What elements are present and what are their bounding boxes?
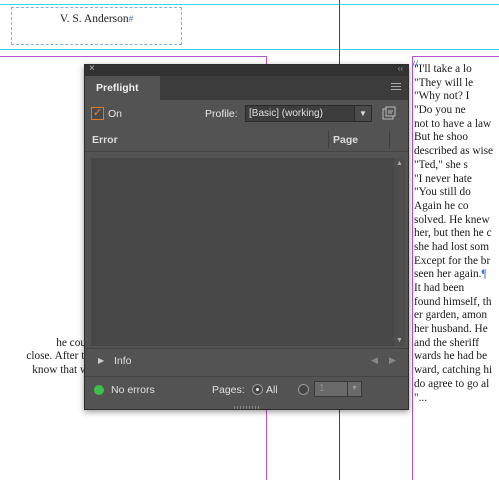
running-head-frame[interactable]: V. S. Anderson# — [11, 7, 182, 45]
next-arrow-icon[interactable]: ▶ — [389, 355, 396, 366]
close-icon[interactable]: × — [89, 63, 95, 74]
pages-range-radio[interactable] — [298, 384, 309, 395]
define-profiles-icon[interactable] — [381, 106, 397, 121]
text-line: solved. He knew — [414, 213, 490, 226]
end-of-story-mark: # — [128, 14, 134, 24]
preflight-controls-row: ✓ On Profile: [Basic] (working) ▼ — [85, 100, 408, 128]
profile-select-value: [Basic] (working) — [249, 108, 323, 119]
scroll-up-icon[interactable]: ▲ — [396, 160, 403, 167]
error-list[interactable] — [91, 158, 394, 346]
text-line: she had lost som — [414, 240, 489, 253]
error-table-header: Error Page — [85, 128, 408, 152]
chevron-down-icon[interactable]: ▼ — [347, 382, 361, 396]
pages-all-radio[interactable] — [252, 384, 263, 395]
resize-grip-icon[interactable] — [234, 406, 259, 409]
profile-label: Profile: — [205, 108, 238, 120]
text-line: "I never hate — [414, 172, 472, 185]
pages-all-label: All — [266, 384, 278, 396]
preflight-on-label: On — [108, 108, 123, 120]
right-page-margin-top — [412, 56, 499, 57]
text-line: ward, catching hi — [414, 364, 493, 377]
right-page-text-frame[interactable]: "I'll take a lo "They will le "Why not? I "… — [414, 63, 499, 480]
text-line: Again he co — [414, 199, 469, 212]
column-header-error[interactable]: Error — [92, 134, 118, 146]
panel-tab-bar: Preflight — [85, 76, 408, 100]
text-line: do agree to go al — [414, 377, 490, 390]
text-line: wards he had be — [414, 350, 488, 363]
status-text: No errors — [111, 384, 155, 396]
text-line: "You still do — [414, 186, 471, 199]
text-line: "They will le — [414, 76, 474, 89]
text-line: her husband. He — [414, 323, 488, 336]
text-line: "... — [414, 391, 428, 404]
tab-preflight[interactable]: Preflight — [85, 76, 160, 100]
preflight-on-checkbox[interactable]: ✓ — [91, 107, 104, 120]
running-head: V. S. Anderson# — [12, 13, 181, 25]
column-divider — [328, 131, 329, 148]
text-line: "I'll take a lo — [414, 63, 472, 75]
collapse-icon[interactable]: ‹‹ — [398, 64, 403, 73]
text-line: It had been — [414, 282, 465, 294]
text-line: "Why not? I — [414, 90, 470, 103]
text-line: But he shoo — [414, 131, 468, 144]
left-page-margin-top — [0, 56, 267, 57]
preflight-panel: × ‹‹ Preflight ✓ On Profile: [Basic] (wo… — [84, 63, 409, 410]
running-head-text: V. S. Anderson — [59, 13, 129, 25]
column-header-page[interactable]: Page — [333, 134, 358, 146]
error-list-scrollbar[interactable]: ▲ ▼ — [394, 158, 405, 346]
green-dot-icon — [94, 385, 104, 395]
text-line: "Do you ne — [414, 104, 466, 117]
status-bar: No errors Pages: All 1 ▼ — [85, 376, 408, 402]
hamburger-icon[interactable] — [391, 83, 401, 92]
profile-select[interactable]: [Basic] (working) ▼ — [245, 105, 372, 122]
scroll-down-icon[interactable]: ▼ — [396, 337, 403, 344]
previous-arrow-icon[interactable]: ◀ — [371, 355, 378, 366]
pages-range-value: 1 — [319, 383, 325, 394]
pilcrow-icon: ¶ — [481, 268, 487, 281]
info-label[interactable]: Info — [114, 355, 132, 367]
text-line: not to have a law — [414, 117, 492, 130]
text-line: described as wise — [414, 145, 494, 158]
text-line: found himself, th — [414, 295, 492, 308]
pages-range-input[interactable]: 1 ▼ — [314, 381, 362, 397]
text-line: her, but then he c — [414, 227, 492, 240]
guide-header — [0, 49, 499, 50]
pages-label: Pages: — [212, 384, 245, 396]
text-line: and the sheriff — [414, 336, 480, 349]
column-divider — [389, 131, 390, 148]
text-line: er garden, amon — [414, 309, 488, 322]
panel-title-bar[interactable]: × ‹‹ — [85, 63, 408, 76]
text-line: Except for the br — [414, 254, 491, 267]
right-page-margin-left — [412, 56, 413, 480]
text-line: seen her again.¶ — [414, 268, 487, 281]
info-section-header: ▶ Info ◀ ▶ — [85, 348, 408, 372]
disclosure-triangle-icon[interactable]: ▶ — [98, 356, 104, 365]
chevron-down-icon[interactable]: ▼ — [354, 106, 371, 121]
text-line: "Ted," she s — [414, 158, 468, 171]
guide-top — [0, 4, 499, 5]
